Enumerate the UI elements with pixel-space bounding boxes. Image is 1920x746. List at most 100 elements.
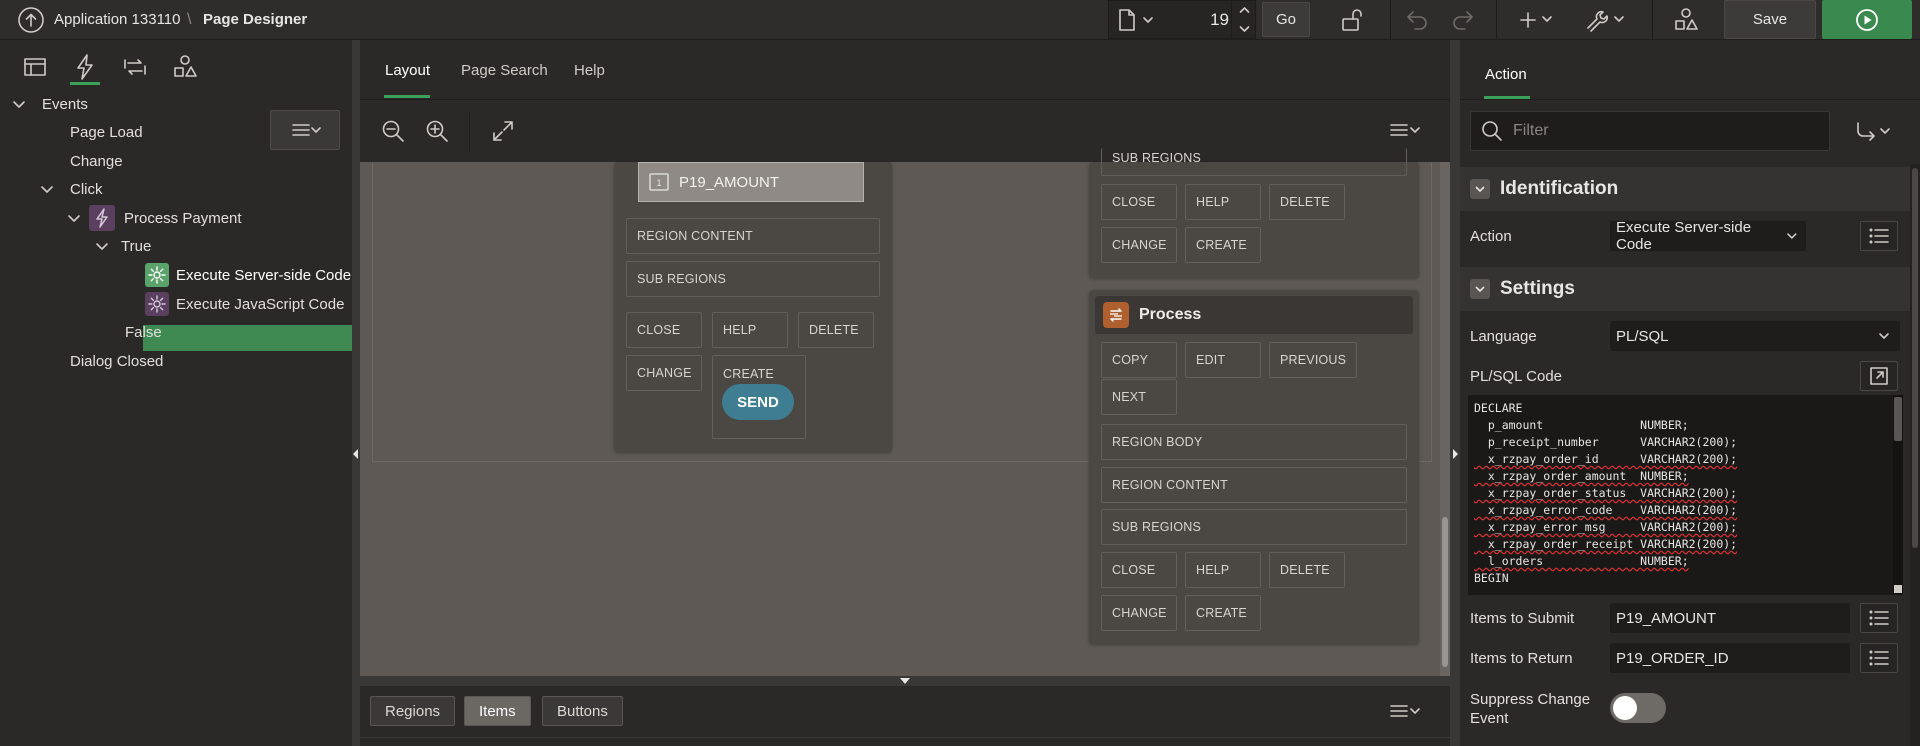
filter-input[interactable]: Filter bbox=[1470, 111, 1830, 151]
help-slot[interactable]: HELP bbox=[1185, 184, 1261, 220]
shared-components-button[interactable] bbox=[1668, 0, 1704, 39]
list-icon bbox=[1869, 650, 1889, 666]
tab-dynamic-actions[interactable] bbox=[65, 52, 105, 82]
change-slot[interactable]: CHANGE bbox=[626, 355, 702, 391]
change-slot[interactable]: CHANGE bbox=[1101, 227, 1177, 263]
unlock-button[interactable] bbox=[1335, 0, 1371, 39]
page-number-input[interactable]: 19 bbox=[1189, 1, 1229, 38]
tree-node-events[interactable]: Events bbox=[12, 91, 88, 117]
tree-node-false[interactable]: False bbox=[125, 319, 162, 345]
tree-node-execute-javascript-code[interactable]: Execute JavaScript Code bbox=[145, 291, 344, 317]
expand-button[interactable] bbox=[490, 118, 516, 144]
run-page-button[interactable] bbox=[1822, 0, 1912, 39]
tree-node-page-load[interactable]: Page Load bbox=[70, 119, 143, 145]
close-slot[interactable]: CLOSE bbox=[1101, 552, 1177, 588]
tree-node-process-payment[interactable]: Process Payment bbox=[67, 205, 242, 231]
right-splitter[interactable] bbox=[1450, 40, 1460, 746]
tab-action[interactable]: Action bbox=[1485, 66, 1527, 83]
tree-node-execute-server-side-code[interactable]: Execute Server-side Code bbox=[145, 262, 351, 288]
tree-node-dialog-closed[interactable]: Dialog Closed bbox=[70, 348, 163, 374]
tab-items[interactable]: Items bbox=[464, 696, 531, 726]
change-slot[interactable]: CHANGE bbox=[1101, 595, 1177, 631]
utilities-menu-button[interactable] bbox=[1584, 0, 1632, 39]
redo-button[interactable] bbox=[1444, 0, 1480, 39]
section-identification[interactable]: Identification bbox=[1460, 167, 1910, 211]
tree-node-change[interactable]: Change bbox=[70, 148, 123, 174]
property-scrollbar[interactable] bbox=[1910, 164, 1920, 746]
tab-help[interactable]: Help bbox=[574, 62, 605, 79]
canvas-scrollbar[interactable] bbox=[1440, 162, 1450, 676]
suppress-change-toggle[interactable] bbox=[1610, 693, 1666, 723]
go-to-group-button[interactable] bbox=[1852, 120, 1896, 144]
region-content-slot[interactable]: REGION CONTENT bbox=[626, 218, 880, 254]
tab-page-search[interactable]: Page Search bbox=[461, 62, 548, 79]
create-menu-button[interactable] bbox=[1516, 0, 1560, 39]
scrollbar-thumb[interactable] bbox=[1442, 517, 1448, 667]
zoom-in-button[interactable] bbox=[424, 118, 450, 144]
tab-shared-components[interactable] bbox=[165, 52, 205, 82]
process-region[interactable]: Process COPY EDIT PREVIOUS NEXT REGION B… bbox=[1089, 290, 1419, 644]
left-splitter[interactable] bbox=[352, 40, 360, 746]
copy-slot[interactable]: COPY bbox=[1101, 342, 1177, 378]
sub-regions-slot[interactable]: SUB REGIONS bbox=[1101, 148, 1407, 176]
language-select[interactable]: PL/SQL bbox=[1610, 321, 1900, 351]
items-submit-list-button[interactable] bbox=[1860, 603, 1898, 633]
tab-processing[interactable] bbox=[115, 52, 155, 82]
app-name-link[interactable]: Application 133110 bbox=[54, 0, 181, 39]
go-button[interactable]: Go bbox=[1262, 2, 1310, 37]
layout-canvas[interactable]: 1 P19_AMOUNT REGION CONTENT SUB REGIONS … bbox=[360, 148, 1450, 676]
search-icon bbox=[1481, 120, 1503, 142]
resize-handle[interactable] bbox=[1894, 585, 1902, 593]
gallery-menu-button[interactable] bbox=[1385, 701, 1425, 721]
undo-button[interactable] bbox=[1400, 0, 1436, 39]
help-slot[interactable]: HELP bbox=[712, 312, 788, 348]
close-slot[interactable]: CLOSE bbox=[1101, 184, 1177, 220]
send-button[interactable]: SEND bbox=[722, 384, 794, 420]
item-p19-amount[interactable]: 1 P19_AMOUNT bbox=[638, 162, 864, 202]
tree-menu-button[interactable] bbox=[270, 110, 340, 150]
delete-slot[interactable]: DELETE bbox=[1269, 184, 1345, 220]
items-submit-input[interactable]: P19_AMOUNT bbox=[1610, 603, 1850, 633]
create-slot[interactable]: CREATE bbox=[1185, 227, 1261, 263]
tab-layout[interactable]: Layout bbox=[385, 62, 430, 79]
region-content-slot[interactable]: REGION CONTENT bbox=[1101, 467, 1407, 503]
tab-rendering[interactable] bbox=[15, 52, 55, 82]
action-list-button[interactable] bbox=[1860, 221, 1898, 251]
page-selector[interactable]: 19 bbox=[1108, 0, 1256, 39]
tree-node-true[interactable]: True bbox=[95, 233, 151, 259]
sub-regions-slot[interactable]: SUB REGIONS bbox=[626, 261, 880, 297]
close-slot[interactable]: CLOSE bbox=[626, 312, 702, 348]
top-bar: Application 133110 \ Page Designer 19 Go bbox=[0, 0, 1920, 40]
sub-regions-slot[interactable]: SUB REGIONS bbox=[1101, 509, 1407, 545]
layout-menu-button[interactable] bbox=[1385, 120, 1425, 140]
tab-buttons[interactable]: Buttons bbox=[542, 696, 623, 726]
code-editor-expand-button[interactable] bbox=[1860, 361, 1898, 391]
items-return-list-button[interactable] bbox=[1860, 643, 1898, 673]
next-slot[interactable]: NEXT bbox=[1101, 379, 1177, 415]
edit-slot[interactable]: EDIT bbox=[1185, 342, 1261, 378]
page-stepper[interactable] bbox=[1231, 1, 1256, 38]
code-scrollbar[interactable] bbox=[1893, 395, 1903, 595]
region-card[interactable]: SUB REGIONS CLOSE HELP DELETE CHANGE CRE… bbox=[1089, 148, 1419, 278]
section-settings[interactable]: Settings bbox=[1460, 267, 1910, 311]
bottom-splitter[interactable] bbox=[360, 676, 1450, 686]
help-slot[interactable]: HELP bbox=[1185, 552, 1261, 588]
previous-slot[interactable]: PREVIOUS bbox=[1269, 342, 1357, 378]
tab-regions[interactable]: Regions bbox=[370, 696, 456, 726]
delete-slot[interactable]: DELETE bbox=[1269, 552, 1345, 588]
plsql-code-editor[interactable]: DECLARE p_amount NUMBER; p_receipt_numbe… bbox=[1468, 395, 1903, 595]
redo-icon bbox=[1453, 10, 1473, 30]
delete-slot[interactable]: DELETE bbox=[798, 312, 874, 348]
chevron-down-icon bbox=[68, 215, 80, 222]
scrollbar-thumb[interactable] bbox=[1912, 168, 1918, 548]
region-card[interactable]: 1 P19_AMOUNT REGION CONTENT SUB REGIONS … bbox=[614, 162, 892, 452]
create-slot[interactable]: CREATE bbox=[1185, 595, 1261, 631]
zoom-out-button[interactable] bbox=[380, 118, 406, 144]
scrollbar-thumb[interactable] bbox=[1894, 397, 1902, 441]
tree-node-click[interactable]: Click bbox=[40, 176, 103, 202]
action-select[interactable]: Execute Server-side Code bbox=[1610, 219, 1806, 253]
items-return-input[interactable]: P19_ORDER_ID bbox=[1610, 643, 1850, 673]
region-body-slot[interactable]: REGION BODY bbox=[1101, 424, 1407, 460]
app-home-button[interactable] bbox=[16, 0, 46, 39]
save-button[interactable]: Save bbox=[1724, 0, 1816, 39]
